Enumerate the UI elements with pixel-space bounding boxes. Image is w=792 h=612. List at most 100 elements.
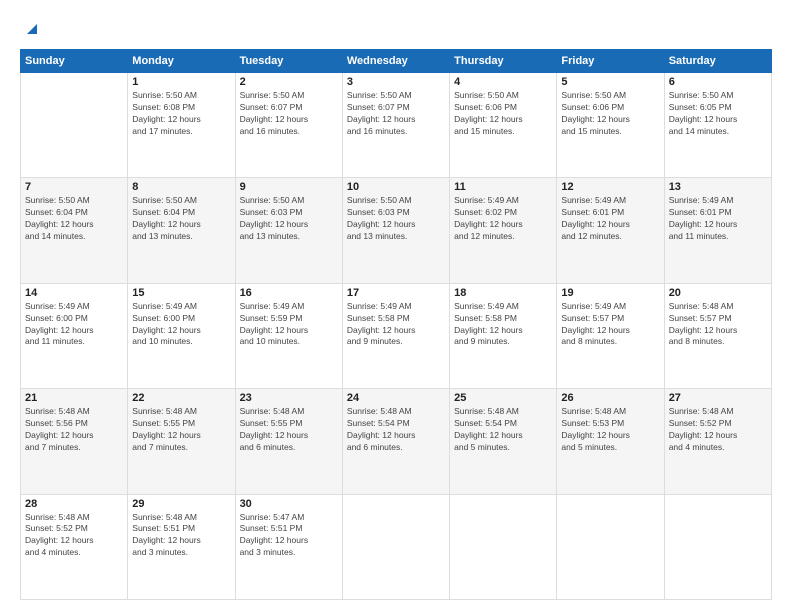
calendar-day-cell: 14 Sunrise: 5:49 AM Sunset: 6:00 PM Dayli… (21, 283, 128, 388)
day-info: Sunrise: 5:49 AM Sunset: 6:00 PM Dayligh… (132, 301, 230, 349)
calendar-empty-cell (664, 494, 771, 599)
calendar-empty-cell (342, 494, 449, 599)
calendar-week-row: 7 Sunrise: 5:50 AM Sunset: 6:04 PM Daylig… (21, 178, 772, 283)
calendar-week-row: 21 Sunrise: 5:48 AM Sunset: 5:56 PM Dayli… (21, 389, 772, 494)
day-info: Sunrise: 5:50 AM Sunset: 6:03 PM Dayligh… (240, 195, 338, 243)
calendar-day-cell: 13 Sunrise: 5:49 AM Sunset: 6:01 PM Dayli… (664, 178, 771, 283)
day-info: Sunrise: 5:49 AM Sunset: 5:59 PM Dayligh… (240, 301, 338, 349)
day-info: Sunrise: 5:48 AM Sunset: 5:57 PM Dayligh… (669, 301, 767, 349)
day-info: Sunrise: 5:50 AM Sunset: 6:03 PM Dayligh… (347, 195, 445, 243)
calendar-header-cell: Saturday (664, 50, 771, 73)
calendar-day-cell: 9 Sunrise: 5:50 AM Sunset: 6:03 PM Daylig… (235, 178, 342, 283)
calendar-header-cell: Wednesday (342, 50, 449, 73)
day-info: Sunrise: 5:47 AM Sunset: 5:51 PM Dayligh… (240, 512, 338, 560)
calendar-header-cell: Sunday (21, 50, 128, 73)
calendar-empty-cell (450, 494, 557, 599)
day-number: 10 (347, 181, 445, 193)
logo-icon (23, 20, 37, 34)
day-number: 14 (25, 287, 123, 299)
calendar-day-cell: 24 Sunrise: 5:48 AM Sunset: 5:54 PM Dayli… (342, 389, 449, 494)
calendar-header-row: SundayMondayTuesdayWednesdayThursdayFrid… (21, 50, 772, 73)
day-info: Sunrise: 5:50 AM Sunset: 6:06 PM Dayligh… (561, 90, 659, 138)
calendar-day-cell: 23 Sunrise: 5:48 AM Sunset: 5:55 PM Dayli… (235, 389, 342, 494)
day-number: 1 (132, 76, 230, 88)
day-info: Sunrise: 5:48 AM Sunset: 5:54 PM Dayligh… (347, 406, 445, 454)
page: SundayMondayTuesdayWednesdayThursdayFrid… (0, 0, 792, 612)
day-info: Sunrise: 5:48 AM Sunset: 5:52 PM Dayligh… (25, 512, 123, 560)
day-number: 7 (25, 181, 123, 193)
calendar-day-cell: 29Sunrise: 5:48 AM Sunset: 5:51 PM Dayli… (128, 494, 235, 599)
calendar-day-cell: 20 Sunrise: 5:48 AM Sunset: 5:57 PM Dayli… (664, 283, 771, 388)
day-number: 4 (454, 76, 552, 88)
calendar-day-cell: 6 Sunrise: 5:50 AM Sunset: 6:05 PM Daylig… (664, 73, 771, 178)
calendar-table: SundayMondayTuesdayWednesdayThursdayFrid… (20, 49, 772, 600)
day-number: 30 (240, 498, 338, 510)
day-info: Sunrise: 5:49 AM Sunset: 5:57 PM Dayligh… (561, 301, 659, 349)
day-info: Sunrise: 5:48 AM Sunset: 5:55 PM Dayligh… (240, 406, 338, 454)
logo (20, 18, 37, 39)
calendar-day-cell: 26Sunrise: 5:48 AM Sunset: 5:53 PM Dayli… (557, 389, 664, 494)
day-number: 5 (561, 76, 659, 88)
day-info: Sunrise: 5:50 AM Sunset: 6:05 PM Dayligh… (669, 90, 767, 138)
calendar-week-row: 14 Sunrise: 5:49 AM Sunset: 6:00 PM Dayli… (21, 283, 772, 388)
calendar-day-cell: 2 Sunrise: 5:50 AM Sunset: 6:07 PM Daylig… (235, 73, 342, 178)
day-info: Sunrise: 5:48 AM Sunset: 5:52 PM Dayligh… (669, 406, 767, 454)
day-number: 3 (347, 76, 445, 88)
day-info: Sunrise: 5:48 AM Sunset: 5:51 PM Dayligh… (132, 512, 230, 560)
calendar-day-cell: 27 Sunrise: 5:48 AM Sunset: 5:52 PM Dayli… (664, 389, 771, 494)
day-number: 23 (240, 392, 338, 404)
calendar-body: 1 Sunrise: 5:50 AM Sunset: 6:08 PM Daylig… (21, 73, 772, 600)
day-number: 11 (454, 181, 552, 193)
day-number: 27 (669, 392, 767, 404)
day-info: Sunrise: 5:50 AM Sunset: 6:06 PM Dayligh… (454, 90, 552, 138)
calendar-header-cell: Friday (557, 50, 664, 73)
day-number: 8 (132, 181, 230, 193)
day-number: 12 (561, 181, 659, 193)
day-info: Sunrise: 5:48 AM Sunset: 5:54 PM Dayligh… (454, 406, 552, 454)
day-info: Sunrise: 5:50 AM Sunset: 6:08 PM Dayligh… (132, 90, 230, 138)
day-info: Sunrise: 5:49 AM Sunset: 5:58 PM Dayligh… (454, 301, 552, 349)
day-info: Sunrise: 5:50 AM Sunset: 6:07 PM Dayligh… (240, 90, 338, 138)
day-info: Sunrise: 5:49 AM Sunset: 6:02 PM Dayligh… (454, 195, 552, 243)
day-info: Sunrise: 5:50 AM Sunset: 6:04 PM Dayligh… (132, 195, 230, 243)
day-number: 28 (25, 498, 123, 510)
day-info: Sunrise: 5:48 AM Sunset: 5:53 PM Dayligh… (561, 406, 659, 454)
day-info: Sunrise: 5:49 AM Sunset: 6:00 PM Dayligh… (25, 301, 123, 349)
day-info: Sunrise: 5:49 AM Sunset: 6:01 PM Dayligh… (561, 195, 659, 243)
day-number: 15 (132, 287, 230, 299)
calendar-empty-cell (21, 73, 128, 178)
day-info: Sunrise: 5:48 AM Sunset: 5:56 PM Dayligh… (25, 406, 123, 454)
calendar-day-cell: 3 Sunrise: 5:50 AM Sunset: 6:07 PM Daylig… (342, 73, 449, 178)
day-number: 9 (240, 181, 338, 193)
calendar-header-cell: Thursday (450, 50, 557, 73)
calendar-day-cell: 15 Sunrise: 5:49 AM Sunset: 6:00 PM Dayli… (128, 283, 235, 388)
day-number: 22 (132, 392, 230, 404)
day-number: 21 (25, 392, 123, 404)
calendar-day-cell: 12 Sunrise: 5:49 AM Sunset: 6:01 PM Dayli… (557, 178, 664, 283)
calendar-day-cell: 16 Sunrise: 5:49 AM Sunset: 5:59 PM Dayli… (235, 283, 342, 388)
calendar-day-cell: 10 Sunrise: 5:50 AM Sunset: 6:03 PM Dayli… (342, 178, 449, 283)
header (20, 18, 772, 39)
calendar-header-cell: Tuesday (235, 50, 342, 73)
day-info: Sunrise: 5:50 AM Sunset: 6:07 PM Dayligh… (347, 90, 445, 138)
day-number: 20 (669, 287, 767, 299)
day-number: 13 (669, 181, 767, 193)
calendar-day-cell: 7Sunrise: 5:50 AM Sunset: 6:04 PM Daylig… (21, 178, 128, 283)
calendar-day-cell: 18Sunrise: 5:49 AM Sunset: 5:58 PM Dayli… (450, 283, 557, 388)
calendar-day-cell: 25Sunrise: 5:48 AM Sunset: 5:54 PM Dayli… (450, 389, 557, 494)
day-number: 16 (240, 287, 338, 299)
calendar-day-cell: 17Sunrise: 5:49 AM Sunset: 5:58 PM Dayli… (342, 283, 449, 388)
day-number: 6 (669, 76, 767, 88)
day-number: 2 (240, 76, 338, 88)
day-info: Sunrise: 5:49 AM Sunset: 6:01 PM Dayligh… (669, 195, 767, 243)
day-number: 24 (347, 392, 445, 404)
calendar-day-cell: 22Sunrise: 5:48 AM Sunset: 5:55 PM Dayli… (128, 389, 235, 494)
calendar-day-cell: 30 Sunrise: 5:47 AM Sunset: 5:51 PM Dayli… (235, 494, 342, 599)
calendar-empty-cell (557, 494, 664, 599)
calendar-day-cell: 28 Sunrise: 5:48 AM Sunset: 5:52 PM Dayli… (21, 494, 128, 599)
calendar-day-cell: 1 Sunrise: 5:50 AM Sunset: 6:08 PM Daylig… (128, 73, 235, 178)
calendar-day-cell: 8 Sunrise: 5:50 AM Sunset: 6:04 PM Daylig… (128, 178, 235, 283)
calendar-header-cell: Monday (128, 50, 235, 73)
calendar-day-cell: 4 Sunrise: 5:50 AM Sunset: 6:06 PM Daylig… (450, 73, 557, 178)
day-info: Sunrise: 5:49 AM Sunset: 5:58 PM Dayligh… (347, 301, 445, 349)
